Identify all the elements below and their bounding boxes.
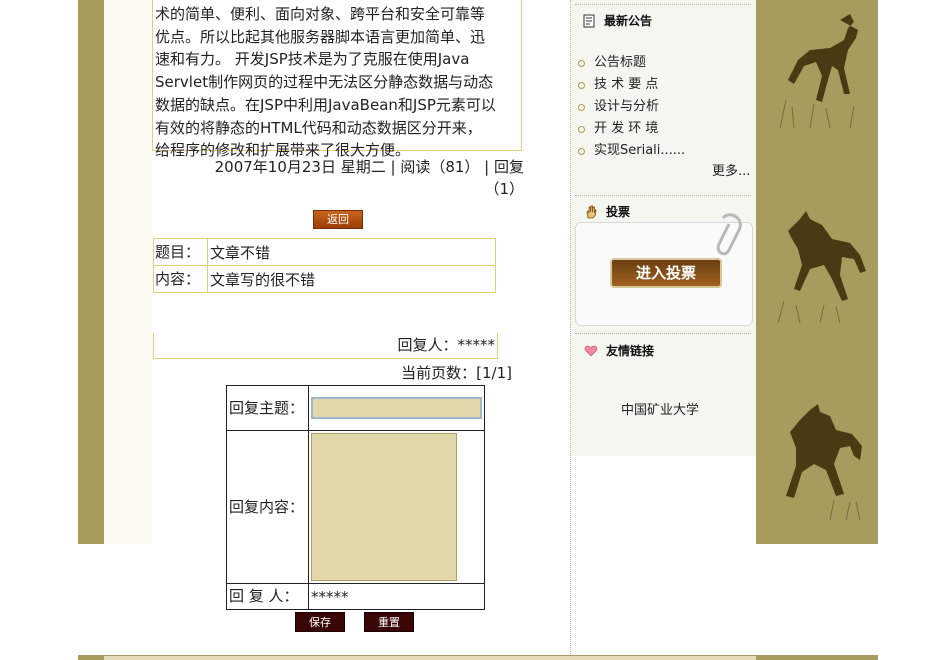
left-decor-band (78, 0, 104, 544)
table-row: 题目： 文章不错 (153, 238, 496, 266)
vote-title-text: 投票 (606, 205, 631, 219)
heart-icon (584, 345, 598, 356)
links-title-text: 友情链接 (606, 344, 655, 358)
article-line: 术的简单、便利、面向对象、跨平台和安全可靠等 (155, 5, 486, 23)
sidebar-separator (575, 195, 751, 196)
notice-link[interactable]: 公告标题 (594, 52, 646, 74)
hand-icon (586, 205, 597, 218)
page-indicator: 当前页数：[1/1] (401, 364, 512, 382)
list-item[interactable]: 公告标题 (578, 52, 758, 74)
reply-content-cell (308, 430, 485, 584)
article-line: 优点。所以比起其他服务器脚本语言更加简单、迅 (155, 27, 486, 46)
article-meta-reply-count: （1） (484, 180, 524, 198)
article-line: Servlet制作网页的过程中无法区分静态数据与动态 (155, 73, 494, 92)
notice-icon (583, 14, 595, 27)
back-button[interactable]: 返回 (313, 210, 363, 229)
friend-link[interactable]: 中国矿业大学 (621, 399, 699, 418)
reply-author-label: 回 复 人： (226, 583, 309, 610)
notice-section-title: 最新公告 (582, 12, 652, 29)
comment-table: 题目： 文章不错 内容： 文章写的很不错 (153, 238, 496, 293)
table-row: 回复主题： (226, 385, 485, 431)
sidebar-divider (570, 0, 571, 660)
bullet-icon (578, 103, 585, 111)
list-item[interactable]: 实现Seriali...... (578, 140, 758, 162)
links-section-title: 友情链接 (584, 342, 654, 359)
article-line: 速和有力。 开发JSP技术是为了克服在使用Java (155, 50, 470, 69)
article-body: 术的简单、便利、面向对象、跨平台和安全可靠等 优点。所以比起其他服务器脚本语言更… (152, 0, 522, 159)
article-meta-line: 2007年10月23日 星期二 | 阅读（81） | 回复 (214, 158, 524, 176)
reply-content-label: 回复内容： (226, 430, 309, 584)
notice-link[interactable]: 技 术 要 点 (594, 74, 658, 96)
list-item[interactable]: 开 发 环 境 (578, 118, 758, 140)
comment-content-value: 文章写的很不错 (207, 265, 496, 293)
more-link[interactable]: 更多... (712, 160, 750, 179)
left-cream-band (104, 0, 152, 544)
list-item[interactable]: 技 术 要 点 (578, 74, 758, 96)
reply-subject-input[interactable] (311, 397, 482, 419)
notice-link[interactable]: 设计与分析 (594, 96, 659, 118)
bullet-icon (578, 59, 585, 67)
comment-title-label: 题目： (153, 238, 208, 266)
horse-decor-icon (777, 211, 866, 324)
reply-subject-cell (308, 385, 485, 431)
bullet-icon (578, 125, 585, 133)
comment-title-value: 文章不错 (207, 238, 496, 266)
horse-decor-icon (779, 14, 858, 129)
reply-author-value: ***** (308, 583, 485, 610)
notice-title-text: 最新公告 (604, 14, 653, 28)
bullet-icon (578, 81, 585, 89)
list-item[interactable]: 设计与分析 (578, 96, 758, 118)
reset-button[interactable]: 重置 (364, 612, 414, 632)
sidebar-separator (575, 4, 751, 5)
article-line: 有效的将静态的HTML代码和动态数据区分开来， (155, 118, 482, 137)
save-button[interactable]: 保存 (295, 612, 345, 632)
comment-replier: 回复人：***** (153, 333, 498, 359)
horse-decor-icon (786, 404, 862, 521)
table-row: 内容： 文章写的很不错 (153, 265, 496, 293)
comment-content-label: 内容： (153, 265, 208, 293)
article-line: 数据的缺点。在JSP中利用JavaBean和JSP元素可以 (155, 95, 496, 114)
reply-form: 回复主题： 回复内容： 回 复 人： ***** (226, 385, 485, 610)
vote-section-title: 投票 (584, 203, 630, 220)
footer-band-inner (104, 656, 756, 660)
notice-link[interactable]: 实现Seriali...... (594, 140, 685, 162)
table-row: 回复内容： (226, 430, 485, 584)
enter-vote-button[interactable]: 进入投票 (610, 258, 722, 288)
notice-list: 公告标题 技 术 要 点 设计与分析 开 发 环 境 实现Seriali....… (578, 52, 758, 162)
table-row: 回 复 人： ***** (226, 583, 485, 610)
bullet-icon (578, 147, 585, 155)
notice-link[interactable]: 开 发 环 境 (594, 118, 658, 140)
article-meta: 2007年10月23日 星期二 | 阅读（81） | 回复 （1） (184, 156, 524, 200)
reply-content-textarea[interactable] (311, 433, 457, 581)
sidebar-separator (575, 333, 751, 334)
reply-subject-label: 回复主题： (226, 385, 309, 431)
paperclip-icon (716, 213, 742, 256)
